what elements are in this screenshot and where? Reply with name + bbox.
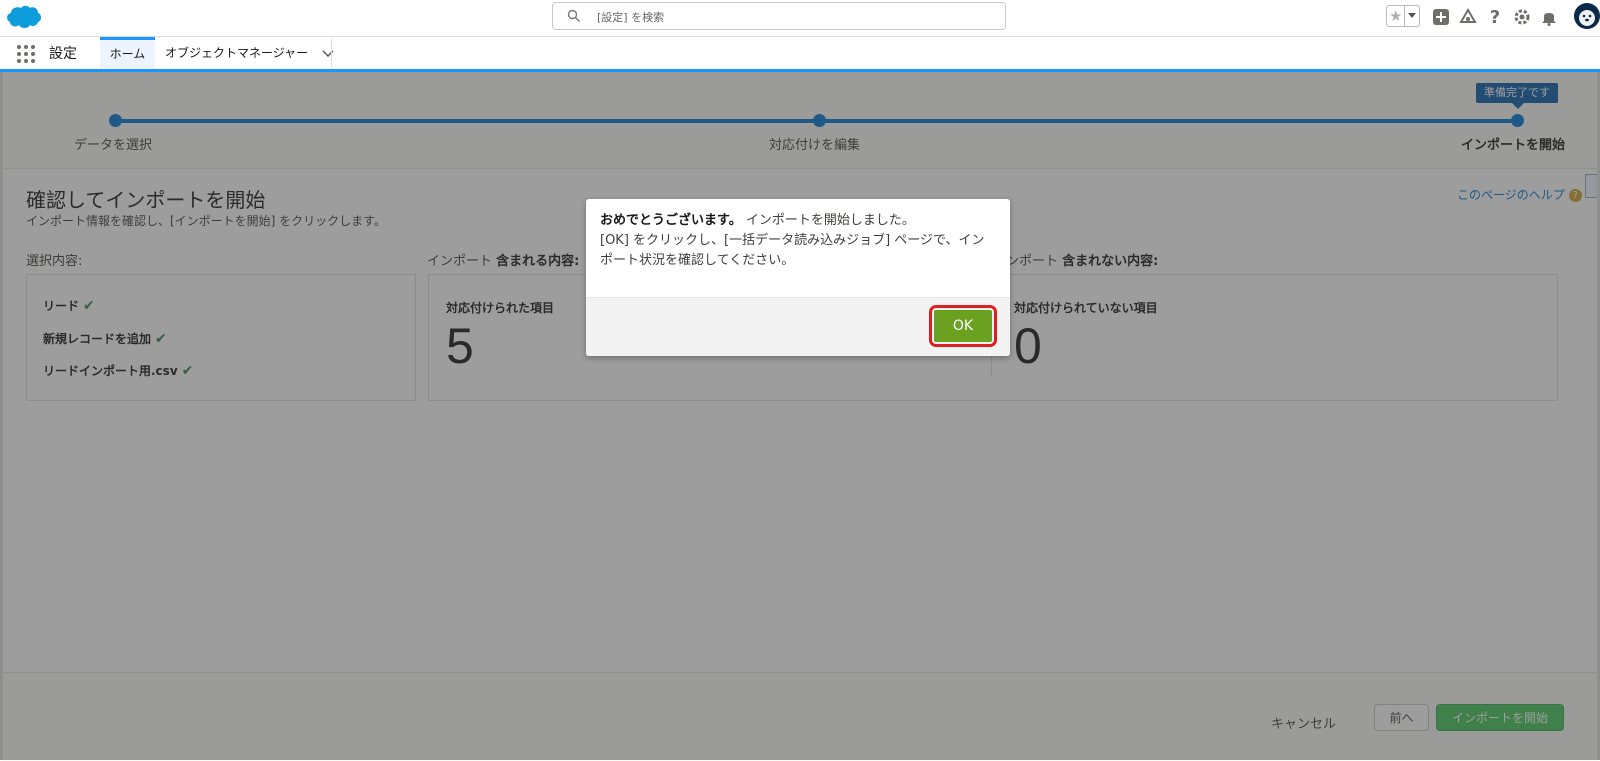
app-launcher-icon[interactable] (16, 44, 36, 64)
dialog-body-text: [OK] をクリックし、[一括データ読み込みジョブ] ページで、インポート状況を… (600, 233, 985, 268)
dialog-footer: OK (586, 297, 1010, 356)
salesforce-cloud-logo[interactable] (6, 5, 42, 30)
ok-button[interactable]: OK (929, 305, 997, 347)
favorites-group[interactable]: ★ (1386, 5, 1420, 27)
app-nav-bar: 設定 ホーム オブジェクトマネージャー (0, 37, 1600, 72)
import-started-dialog: おめでとうございます。 インポートを開始しました。 [OK] をクリックし、[一… (586, 199, 1010, 356)
global-header: ★ ? (0, 0, 1600, 37)
app-name: 設定 (49, 46, 77, 62)
add-icon[interactable] (1430, 6, 1452, 28)
star-icon[interactable]: ★ (1387, 6, 1404, 26)
dialog-title-bold: おめでとうございます。 (600, 213, 742, 228)
search-input[interactable] (595, 6, 989, 28)
help-icon[interactable]: ? (1484, 6, 1506, 28)
tab-home[interactable]: ホーム (100, 37, 155, 69)
tab-divider (331, 39, 332, 67)
gear-icon[interactable] (1511, 6, 1533, 28)
modal-backdrop (0, 72, 1600, 760)
chevron-down-icon[interactable] (322, 49, 334, 58)
search-icon (567, 9, 580, 22)
avatar[interactable] (1572, 1, 1600, 31)
trailhead-icon[interactable] (1457, 6, 1479, 28)
dialog-title-rest: インポートを開始しました。 (745, 213, 915, 228)
tab-object-manager-label: オブジェクトマネージャー (165, 46, 309, 60)
dialog-message: おめでとうございます。 インポートを開始しました。 [OK] をクリックし、[一… (600, 211, 996, 271)
chevron-down-icon (1408, 13, 1417, 18)
favorites-caret[interactable] (1404, 6, 1419, 26)
bell-icon[interactable] (1538, 6, 1560, 28)
tab-object-manager[interactable]: オブジェクトマネージャー (165, 37, 334, 69)
global-search[interactable] (552, 2, 1006, 30)
